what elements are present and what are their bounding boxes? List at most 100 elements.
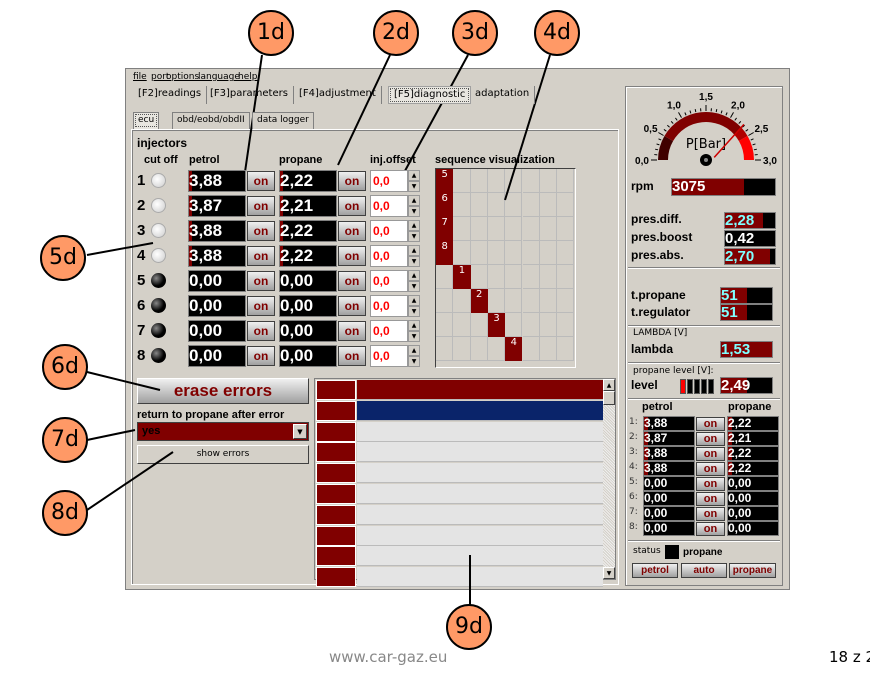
tab-2[interactable]: [F4]adjustment	[294, 86, 382, 104]
petrol-on-button[interactable]: on	[247, 196, 275, 216]
separator	[628, 398, 780, 400]
spin-down-icon[interactable]: ▼	[408, 206, 420, 217]
petrol-on-button[interactable]: on	[247, 296, 275, 316]
gauge-tick	[658, 138, 662, 141]
petrol-on-button[interactable]: on	[247, 221, 275, 241]
spin-up-icon[interactable]: ▲	[408, 220, 420, 231]
subtab-2[interactable]: data logger	[252, 112, 314, 129]
mini-row-number: 4:	[629, 462, 638, 472]
spin-down-icon[interactable]: ▼	[408, 356, 420, 367]
inj-offset-input[interactable]: 0,0	[370, 295, 408, 317]
tab-3[interactable]: [F5]diagnostic	[388, 86, 472, 104]
cutoff-led[interactable]	[151, 323, 166, 338]
tab-4[interactable]: adaptation	[470, 86, 536, 104]
mini-petrol: 3,87	[643, 431, 695, 446]
spin-up-icon[interactable]: ▲	[408, 295, 420, 306]
mini-petrol: 0,00	[643, 476, 695, 491]
gauge-tick	[670, 121, 674, 124]
petrol-time-value: 3,88	[189, 171, 223, 190]
mini-on-button[interactable]: on	[696, 417, 725, 431]
petrol-on-button[interactable]: on	[247, 321, 275, 341]
tab-0[interactable]: [F2]readings	[133, 86, 208, 104]
menu-options[interactable]: options	[166, 72, 199, 82]
spin-up-icon[interactable]: ▲	[408, 270, 420, 281]
spin-down-icon[interactable]: ▼	[408, 181, 420, 192]
propane-on-button[interactable]: on	[338, 221, 366, 241]
level-bar	[694, 379, 700, 394]
mini-propane: 0,00	[727, 476, 779, 491]
propane-time-value: 2,22	[280, 221, 314, 240]
cutoff-led[interactable]	[151, 173, 166, 188]
spin-down-icon[interactable]: ▼	[408, 331, 420, 342]
spin-up-icon[interactable]: ▲	[408, 245, 420, 256]
mode-button-auto[interactable]: auto	[681, 563, 727, 578]
cutoff-led[interactable]	[151, 198, 166, 213]
propane-on-button[interactable]: on	[338, 196, 366, 216]
inj-offset-input[interactable]: 0,0	[370, 195, 408, 217]
mini-on-button[interactable]: on	[696, 462, 725, 476]
propane-time-value: 2,22	[280, 171, 314, 190]
spin-down-icon[interactable]: ▼	[408, 306, 420, 317]
menu-file[interactable]: file	[133, 72, 147, 82]
mini-propane-value: 2,22	[728, 416, 752, 430]
cutoff-led[interactable]	[151, 223, 166, 238]
subtab-1[interactable]: obd/eobd/obdII	[172, 112, 250, 129]
menu-help[interactable]: help	[238, 72, 257, 82]
inj-offset-input[interactable]: 0,0	[370, 320, 408, 342]
mini-on-button[interactable]: on	[696, 477, 725, 491]
spin-up-icon[interactable]: ▲	[408, 345, 420, 356]
spin-down-icon[interactable]: ▼	[408, 231, 420, 242]
mode-button-propane[interactable]: propane	[729, 563, 776, 578]
inj-offset-input[interactable]: 0,0	[370, 220, 408, 242]
petrol-on-button[interactable]: on	[247, 246, 275, 266]
mini-propane-value: 0,00	[728, 506, 752, 520]
t_regulator-display-value: 51	[721, 304, 738, 321]
petrol-time: 0,00	[188, 295, 246, 317]
gauge-tick	[715, 109, 718, 113]
spin-down-icon[interactable]: ▼	[408, 256, 420, 267]
spin-up-icon[interactable]: ▲	[408, 170, 420, 181]
propane-on-button[interactable]: on	[338, 321, 366, 341]
propane-on-button[interactable]: on	[338, 246, 366, 266]
tab-1[interactable]: [F3]parameters	[205, 86, 294, 104]
cutoff-led[interactable]	[151, 248, 166, 263]
callout-line	[86, 429, 136, 441]
inj-offset-input[interactable]: 0,0	[370, 170, 408, 192]
subtab-0[interactable]: ecu	[133, 112, 160, 129]
propane-on-button[interactable]: on	[338, 346, 366, 366]
propane-on-button[interactable]: on	[338, 171, 366, 191]
cutoff-led[interactable]	[151, 348, 166, 363]
spin-up-icon[interactable]: ▲	[408, 195, 420, 206]
inj-offset-input[interactable]: 0,0	[370, 345, 408, 367]
gauge-tick	[678, 112, 682, 118]
mini-petrol-value: 0,00	[644, 491, 668, 505]
spin-down-icon[interactable]: ▼	[408, 281, 420, 292]
mini-petrol-value: 3,87	[644, 431, 668, 445]
mini-petrol-value: 3,88	[644, 461, 668, 475]
injector-number: 6	[137, 297, 146, 314]
petrol-on-button[interactable]: on	[247, 346, 275, 366]
cutoff-led[interactable]	[151, 298, 166, 313]
mini-on-button[interactable]: on	[696, 432, 725, 446]
mini-on-button[interactable]: on	[696, 492, 725, 506]
label-t_propane: t.propane	[631, 288, 686, 302]
propane-time: 0,00	[279, 345, 337, 367]
petrol-on-button[interactable]: on	[247, 171, 275, 191]
mini-row-number: 5:	[629, 477, 638, 487]
mode-button-petrol[interactable]: petrol	[632, 563, 678, 578]
propane-on-button[interactable]: on	[338, 296, 366, 316]
gauge-tick-label: 2,5	[754, 124, 768, 135]
propane-on-button[interactable]: on	[338, 271, 366, 291]
label-pres_abs: pres.abs.	[631, 248, 684, 262]
mini-on-button[interactable]: on	[696, 522, 725, 536]
propane-time-value: 0,00	[280, 296, 314, 315]
cutoff-led[interactable]	[151, 273, 166, 288]
menu-language[interactable]: language	[198, 72, 240, 82]
petrol-on-button[interactable]: on	[247, 271, 275, 291]
inj-offset-input[interactable]: 0,0	[370, 270, 408, 292]
inj-offset-input[interactable]: 0,0	[370, 245, 408, 267]
mini-on-button[interactable]: on	[696, 447, 725, 461]
mini-on-button[interactable]: on	[696, 507, 725, 521]
spin-up-icon[interactable]: ▲	[408, 320, 420, 331]
callout-line	[86, 451, 174, 511]
